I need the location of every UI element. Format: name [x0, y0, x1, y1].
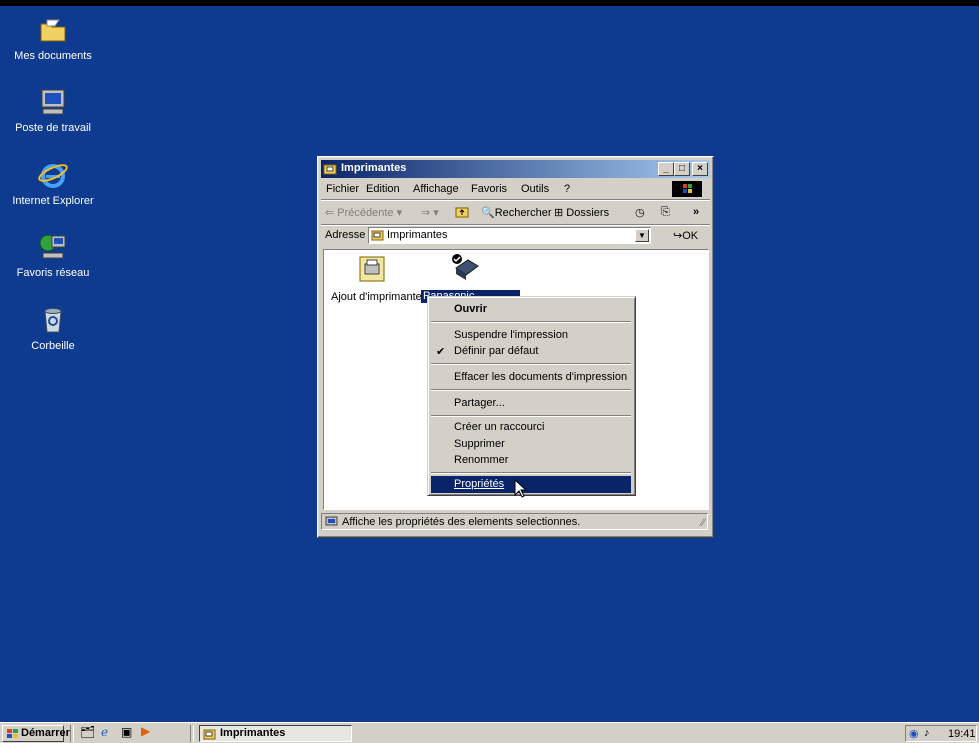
search-icon: 🔍	[481, 207, 495, 219]
move-to-icon[interactable]: ⎘	[661, 206, 670, 219]
quicklaunch-explorer-icon[interactable]: ▣	[121, 725, 132, 739]
go-button[interactable]: ↪OK	[673, 229, 698, 242]
menu-item-proprietes[interactable]: Propriétés	[454, 478, 504, 490]
desktop-icon-favoris-reseau[interactable]: Favoris réseau	[3, 231, 103, 279]
taskbar-button-imprimantes[interactable]: Imprimantes	[199, 725, 352, 742]
desktop: Mes documents Poste de travail Internet …	[0, 0, 979, 743]
taskbar-button-label: Imprimantes	[220, 727, 286, 739]
desktop-icon-label: Poste de travail	[15, 122, 91, 134]
menu-help[interactable]: ?	[564, 183, 570, 195]
address-dropdown-button[interactable]: ▼	[635, 229, 649, 242]
folders-icon: ⊞	[554, 207, 564, 219]
menu-item-suspendre[interactable]: Suspendre l'impression	[454, 329, 568, 341]
menu-item-creer-raccourci[interactable]: Créer un raccourci	[454, 421, 544, 433]
desktop-icon-poste-de-travail[interactable]: Poste de travail	[3, 86, 103, 134]
recycle-bin-icon	[37, 304, 69, 336]
desktop-icon-corbeille[interactable]: Corbeille	[3, 304, 103, 352]
show-desktop-icon[interactable]: 🗂	[80, 725, 95, 739]
address-value: Imprimantes	[387, 229, 448, 241]
history-icon[interactable]: ◷	[635, 206, 645, 219]
system-tray: ◉ ♪ 19:41	[905, 725, 977, 742]
start-label: Démarrer	[21, 727, 70, 739]
printers-folder-icon	[203, 729, 216, 740]
menu-separator	[431, 321, 631, 323]
top-border	[0, 0, 979, 6]
window-title: Imprimantes	[341, 162, 407, 174]
maximize-button[interactable]: □	[674, 162, 690, 176]
up-folder-icon[interactable]	[455, 206, 469, 221]
menu-item-supprimer[interactable]: Supprimer	[454, 438, 505, 450]
add-printer-icon[interactable]	[357, 254, 387, 284]
desktop-icon-mes-documents[interactable]: Mes documents	[3, 14, 103, 62]
menu-edition[interactable]: Edition	[366, 183, 400, 195]
network-icon	[37, 231, 69, 263]
taskbar-separator	[70, 725, 74, 742]
check-icon: ✔	[436, 346, 446, 358]
quicklaunch-ie-icon[interactable]: ℯ	[101, 725, 108, 739]
desktop-icon-label: Favoris réseau	[16, 267, 90, 279]
desktop-icon-label: Corbeille	[31, 340, 75, 352]
desktop-icon-label: Internet Explorer	[12, 195, 94, 207]
go-arrow-icon: ↪	[673, 230, 683, 242]
windows-logo-icon	[672, 181, 702, 197]
close-button[interactable]: ×	[692, 162, 708, 176]
printers-folder-icon	[323, 162, 337, 176]
status-computer-icon	[325, 516, 338, 526]
start-button[interactable]: Démarrer	[2, 725, 70, 742]
taskbar: Démarrer 🗂 ℯ ▣ ▶ Imprimantes ◉ ♪ 19:41	[0, 722, 979, 743]
status-bar: Affiche les propriétés des elements sele…	[321, 512, 710, 532]
clock[interactable]: 19:41	[948, 728, 976, 740]
context-menu: Ouvrir Suspendre l'impression ✔ Définir …	[427, 296, 636, 498]
folder-icon	[37, 14, 69, 46]
address-label: Adresse	[325, 229, 366, 241]
add-printer-label[interactable]: Ajout d'imprimante	[331, 291, 422, 303]
desktop-icon-label: Mes documents	[14, 50, 92, 62]
menu-item-renommer[interactable]: Renommer	[454, 454, 508, 466]
menu-fichier[interactable]: Fichier	[326, 183, 359, 195]
status-text: Affiche les propriétés des elements sele…	[342, 516, 581, 528]
toolbar: ⇐ Précédente ▾ ⇒ ▾ 🔍Rechercher ⊞ Dossier…	[321, 202, 710, 224]
desktop-icon-internet-explorer[interactable]: Internet Explorer	[3, 159, 103, 207]
quicklaunch-media-icon[interactable]: ▶	[141, 724, 150, 738]
status-panel: Affiche les propriétés des elements sele…	[321, 513, 708, 530]
internet-explorer-icon	[37, 159, 69, 191]
folders-button[interactable]: ⊞ Dossiers	[554, 206, 609, 219]
forward-button[interactable]: ⇒ ▾	[421, 206, 439, 219]
computer-icon	[37, 86, 69, 118]
volume-icon[interactable]: ♪	[924, 727, 930, 739]
menu-item-partager[interactable]: Partager...	[454, 397, 505, 409]
menu-item-ouvrir[interactable]: Ouvrir	[454, 303, 487, 315]
menu-separator	[321, 199, 710, 201]
address-bar: Adresse Imprimantes ▼ ↪OK	[321, 226, 710, 246]
window-titlebar[interactable]: Imprimantes _ □ ×	[321, 160, 710, 178]
menu-separator	[431, 472, 631, 474]
menu-item-effacer[interactable]: Effacer les documents d'impression	[454, 371, 627, 383]
mouse-cursor-icon	[514, 479, 528, 498]
back-button[interactable]: ⇐ Précédente ▾	[325, 206, 402, 219]
network-tray-icon[interactable]: ◉	[909, 727, 919, 740]
minimize-button[interactable]: _	[658, 162, 674, 176]
toolbar-overflow-icon[interactable]: »	[693, 206, 699, 218]
search-button[interactable]: 🔍Rechercher	[481, 206, 552, 219]
menu-item-definir-par-defaut[interactable]: Définir par défaut	[454, 345, 538, 357]
address-input[interactable]: Imprimantes ▼	[368, 227, 651, 244]
menu-bar: Fichier Edition Affichage Favoris Outils…	[321, 180, 710, 198]
menu-separator	[431, 389, 631, 391]
menu-outils[interactable]: Outils	[521, 183, 549, 195]
windows-logo-icon	[7, 729, 18, 738]
menu-separator	[431, 363, 631, 365]
resize-grip-icon[interactable]: ⁄⁄	[701, 517, 705, 529]
taskbar-separator	[190, 725, 194, 742]
printer-icon[interactable]	[450, 252, 482, 284]
menu-favoris[interactable]: Favoris	[471, 183, 507, 195]
menu-affichage[interactable]: Affichage	[413, 183, 459, 195]
menu-separator	[431, 415, 631, 417]
printers-folder-icon	[371, 230, 384, 241]
